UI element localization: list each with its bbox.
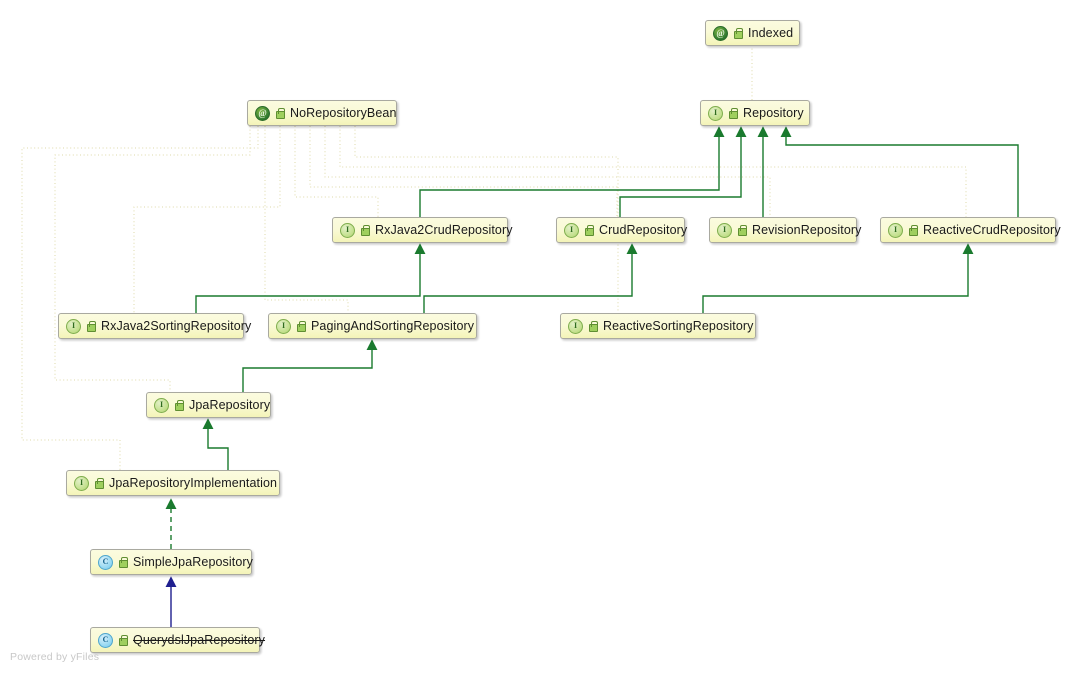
node-reactivecrudrepository[interactable]: I ReactiveCrudRepository bbox=[880, 217, 1061, 243]
node-indexed[interactable]: @ Indexed bbox=[705, 20, 800, 46]
public-key-icon bbox=[737, 224, 747, 236]
node-reactivesortingrepository[interactable]: I ReactiveSortingRepository bbox=[560, 313, 756, 339]
node-label: JpaRepositoryImplementation bbox=[109, 476, 278, 490]
interface-i-icon: I bbox=[74, 475, 89, 491]
uml-class-hierarchy-diagram: @ Indexed @ NoRepositoryBean I Repository I RxJ… bbox=[0, 0, 1080, 674]
interface-i-icon: I bbox=[564, 222, 579, 238]
node-rxjava2crudrepository[interactable]: I RxJava2CrudRepository bbox=[332, 217, 512, 243]
public-key-icon bbox=[908, 224, 918, 236]
interface-i-icon: I bbox=[717, 222, 732, 238]
node-label: RevisionRepository bbox=[752, 223, 862, 237]
public-key-icon bbox=[118, 556, 128, 568]
node-label: Indexed bbox=[748, 26, 794, 40]
node-rxjava2sortingrepository[interactable]: I RxJava2SortingRepository bbox=[58, 313, 251, 339]
node-label: JpaRepository bbox=[189, 398, 271, 412]
node-repository[interactable]: I Repository bbox=[700, 100, 810, 126]
public-key-icon bbox=[275, 107, 285, 119]
public-key-icon bbox=[94, 477, 104, 489]
node-crudrepository[interactable]: I CrudRepository bbox=[556, 217, 688, 243]
node-norepositorybean[interactable]: @ NoRepositoryBean bbox=[247, 100, 397, 126]
node-label: RxJava2SortingRepository bbox=[101, 319, 252, 333]
class-c-icon: C bbox=[98, 554, 113, 570]
yfiles-watermark: Powered by yFiles bbox=[10, 651, 100, 663]
interface-i-icon: I bbox=[66, 318, 81, 334]
node-pagingandsortingrepository[interactable]: I PagingAndSortingRepository bbox=[268, 313, 477, 339]
public-key-icon bbox=[174, 399, 184, 411]
interface-i-icon: I bbox=[708, 105, 723, 121]
node-simplejparepository[interactable]: C SimpleJpaRepository bbox=[90, 549, 254, 575]
node-label: ReactiveCrudRepository bbox=[923, 223, 1061, 237]
public-key-icon bbox=[728, 107, 738, 119]
node-label: ReactiveSortingRepository bbox=[603, 319, 754, 333]
node-label: RxJava2CrudRepository bbox=[375, 223, 513, 237]
node-label: QuerydslJpaRepository bbox=[133, 633, 266, 647]
public-key-icon bbox=[733, 27, 743, 39]
node-label: SimpleJpaRepository bbox=[133, 555, 254, 569]
interface-i-icon: I bbox=[568, 318, 583, 334]
public-key-icon bbox=[588, 320, 598, 332]
public-key-icon bbox=[296, 320, 306, 332]
node-label: PagingAndSortingRepository bbox=[311, 319, 475, 333]
node-label: Repository bbox=[743, 106, 804, 120]
public-key-icon bbox=[118, 634, 128, 646]
interface-i-icon: I bbox=[888, 222, 903, 238]
node-jparepository[interactable]: I JpaRepository bbox=[146, 392, 271, 418]
public-key-icon bbox=[86, 320, 96, 332]
annotation-at-icon: @ bbox=[713, 25, 728, 41]
node-querydsljparepository[interactable]: C QuerydslJpaRepository bbox=[90, 627, 265, 653]
node-label: NoRepositoryBean bbox=[290, 106, 397, 120]
node-revisionrepository[interactable]: I RevisionRepository bbox=[709, 217, 861, 243]
annotation-at-icon: @ bbox=[255, 105, 270, 121]
node-label: CrudRepository bbox=[599, 223, 688, 237]
public-key-icon bbox=[360, 224, 370, 236]
class-c-icon: C bbox=[98, 632, 113, 648]
interface-i-icon: I bbox=[340, 222, 355, 238]
public-key-icon bbox=[584, 224, 594, 236]
interface-i-icon: I bbox=[276, 318, 291, 334]
node-layer: @ Indexed @ NoRepositoryBean I Repository I RxJ… bbox=[0, 0, 1080, 674]
interface-i-icon: I bbox=[154, 397, 169, 413]
node-jparepositoryimplementation[interactable]: I JpaRepositoryImplementation bbox=[66, 470, 280, 496]
